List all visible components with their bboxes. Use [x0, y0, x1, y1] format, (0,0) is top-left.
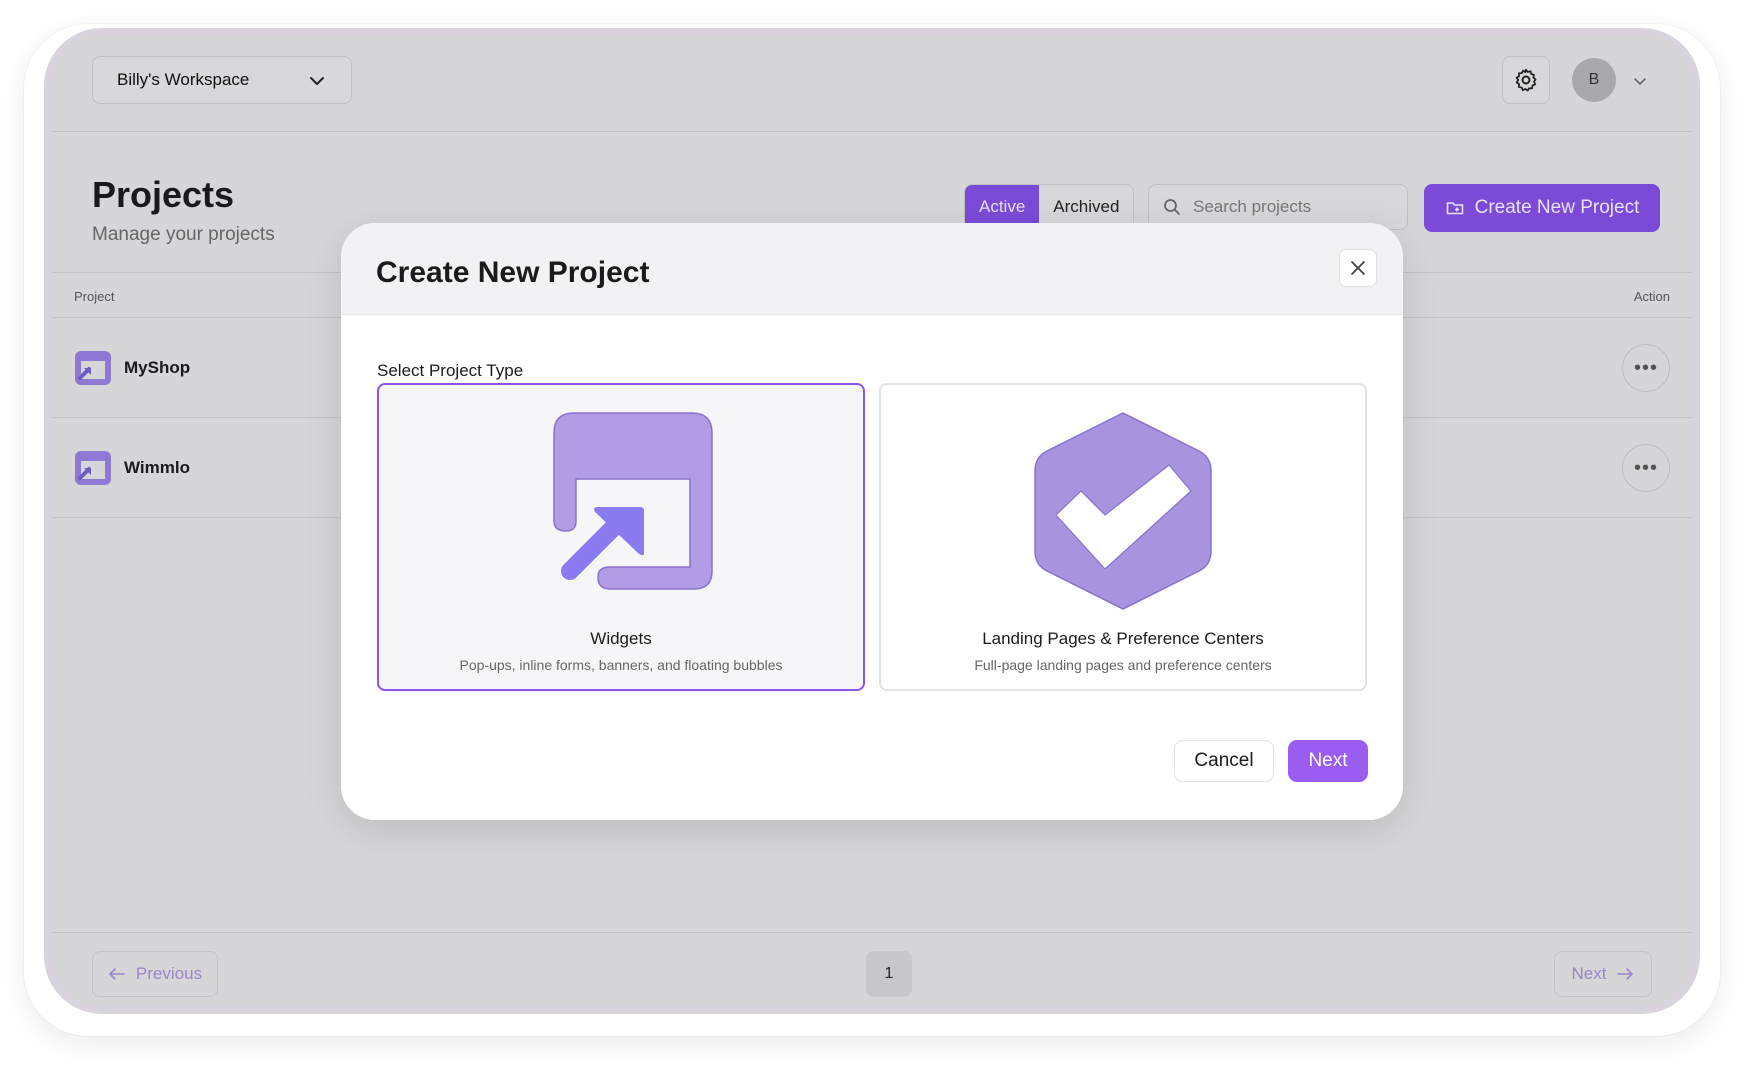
next-label: Next	[1571, 964, 1607, 983]
create-project-label: Create New Project	[1474, 197, 1640, 218]
folder-plus-icon	[1446, 202, 1463, 215]
close-button[interactable]	[1339, 249, 1377, 287]
widget-icon	[75, 451, 111, 485]
workspace-name: Billy's Workspace	[117, 70, 250, 89]
modal-title: Create New Project	[376, 256, 650, 289]
project-name: Wimmlo	[124, 458, 190, 477]
page-title: Projects	[92, 174, 235, 215]
card-illustration	[379, 411, 863, 611]
close-icon	[1351, 261, 1365, 275]
card-description: Full-page landing pages and preference c…	[974, 657, 1272, 673]
project-name: MyShop	[124, 358, 191, 377]
card-title: Widgets	[590, 629, 652, 648]
create-project-modal: Create New Project Select Project Type W…	[341, 223, 1403, 820]
column-project: Project	[74, 289, 115, 304]
badge-check-icon	[1034, 412, 1212, 610]
previous-label: Previous	[135, 964, 203, 983]
cancel-button[interactable]: Cancel	[1174, 740, 1274, 782]
modal-body: Select Project Type Widgets Pop-ups, inl…	[341, 315, 1403, 820]
previous-page-button[interactable]: Previous	[92, 951, 218, 997]
settings-button[interactable]	[1502, 56, 1550, 104]
chevron-down-icon[interactable]	[1632, 74, 1648, 90]
next-button[interactable]: Next	[1288, 740, 1368, 782]
search-icon	[1164, 199, 1180, 215]
next-page-button[interactable]: Next	[1554, 951, 1652, 997]
avatar-initial: B	[1588, 71, 1600, 88]
card-description: Pop-ups, inline forms, banners, and floa…	[459, 657, 783, 673]
row-actions-button[interactable]: •••	[1622, 344, 1670, 392]
section-label: Select Project Type	[377, 361, 524, 380]
project-type-landing-pages-card[interactable]: Landing Pages & Preference Centers Full-…	[879, 383, 1367, 691]
card-illustration	[881, 411, 1365, 611]
gear-icon	[1515, 68, 1537, 92]
modal-header: Create New Project	[341, 223, 1403, 315]
chevron-down-icon	[310, 77, 324, 85]
row-actions-button[interactable]: •••	[1622, 444, 1670, 492]
search-placeholder: Search projects	[1193, 197, 1312, 216]
more-horizontal-icon: •••	[1633, 356, 1658, 379]
avatar[interactable]: B	[1572, 58, 1616, 102]
page-subtitle: Manage your projects	[92, 224, 275, 245]
project-type-widgets-card[interactable]: Widgets Pop-ups, inline forms, banners, …	[377, 383, 865, 691]
topbar: Billy's Workspace B	[52, 36, 1692, 132]
column-action: Action	[1633, 289, 1670, 304]
widget-icon	[75, 351, 111, 385]
arrow-right-icon	[1617, 968, 1634, 980]
workspace-select[interactable]: Billy's Workspace	[92, 56, 352, 104]
create-project-button[interactable]: Create New Project	[1424, 184, 1660, 232]
widget-icon	[553, 412, 713, 590]
page-number-button[interactable]: 1	[866, 951, 912, 997]
arrow-left-icon	[109, 968, 125, 980]
pagination: Previous 1 Next	[52, 932, 1692, 1006]
more-horizontal-icon: •••	[1633, 456, 1658, 479]
card-title: Landing Pages & Preference Centers	[982, 629, 1264, 648]
